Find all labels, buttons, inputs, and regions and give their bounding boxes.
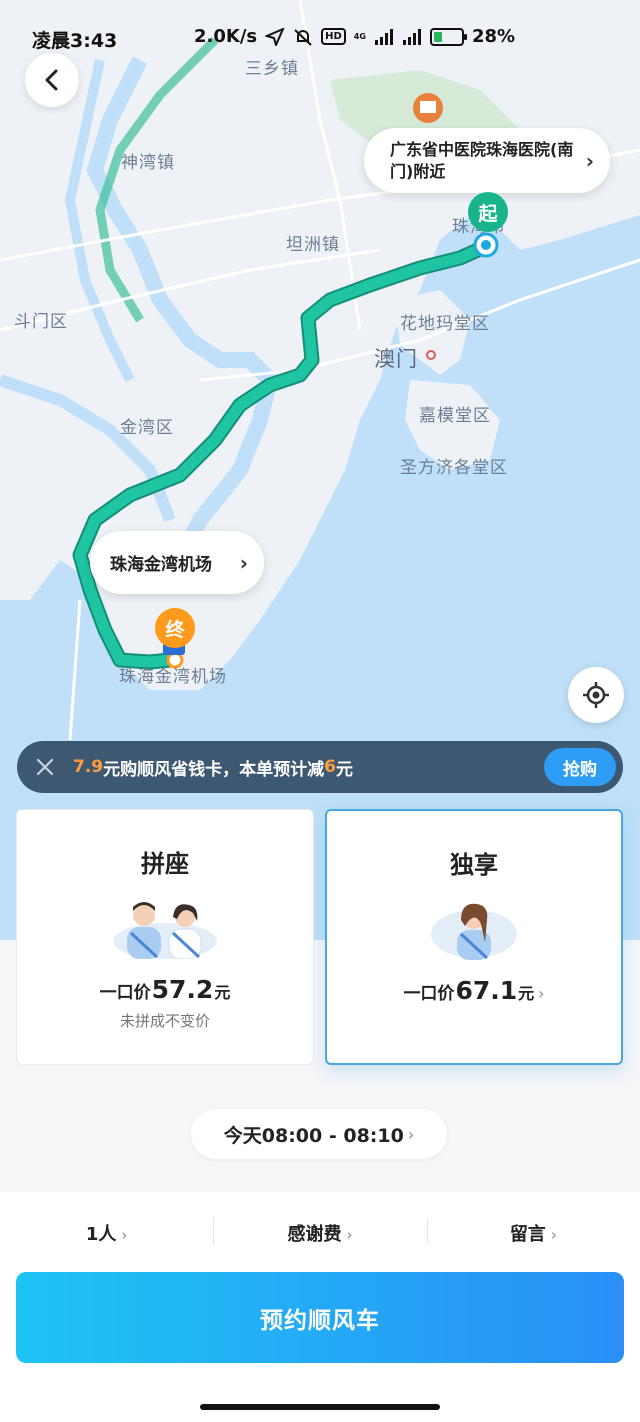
price-note: 未拼成不变价 <box>119 1012 210 1030</box>
home-indicator[interactable] <box>200 1404 440 1410</box>
promo-banner: 7.9 元购顺风省钱卡，本单预计减 6 元 抢购 <box>17 741 623 793</box>
map-label-macau: 澳门 <box>374 347 418 371</box>
map-label-doumen: 斗门区 <box>14 312 68 332</box>
chevron-right-icon: › <box>239 550 248 575</box>
start-location-label: 广东省中医院珠海医院(南门)附近 <box>390 139 574 181</box>
location-arrow-icon <box>265 27 285 46</box>
price-value: 67.1 <box>455 976 518 1005</box>
mute-bell-icon <box>294 28 312 46</box>
price-value: 57.2 <box>151 975 214 1004</box>
start-location-callout[interactable]: 广东省中医院珠海医院(南门)附近 › <box>364 128 610 193</box>
promo-text-a: 元购顺风省钱卡，本单预计减 <box>103 759 325 780</box>
price-unit: 元 <box>518 984 535 1003</box>
map-label-huadimatang: 花地玛堂区 <box>400 314 490 334</box>
promo-text-b: 元 <box>335 759 353 780</box>
price-line: 一口价 67.1 元 › <box>327 976 621 1005</box>
buy-button[interactable]: 抢购 <box>544 748 616 786</box>
end-pin: 终 <box>155 608 195 648</box>
end-location-callout[interactable]: 珠海金湾机场 › <box>90 531 264 594</box>
hd-icon: HD <box>321 28 346 45</box>
map-label-jiamo: 嘉模堂区 <box>419 406 491 426</box>
option-card-carpool[interactable]: 拼座 一口价 57.2 元 未拼成不变价 <box>16 809 314 1065</box>
signal-icon <box>374 28 393 45</box>
departure-time-selector[interactable]: 今天08:00 - 08:10 › <box>191 1109 447 1159</box>
option-title: 独享 <box>450 851 498 879</box>
price-prefix: 一口价 <box>99 983 151 1003</box>
message-label: 留言 <box>509 1224 546 1245</box>
carpool-illustration <box>17 897 313 959</box>
battery-icon <box>429 27 467 46</box>
close-icon <box>36 758 54 776</box>
end-location-label: 珠海金湾机场 <box>110 555 212 575</box>
status-icons: 2.0K/s HD 4G 28% <box>194 26 515 47</box>
single-passenger-icon <box>431 903 517 960</box>
thanks-fee-option[interactable]: 感谢费 › <box>213 1218 426 1246</box>
thanks-fee-label: 感谢费 <box>287 1224 342 1245</box>
price-unit: 元 <box>214 983 231 1002</box>
passenger-count-option[interactable]: 1人 › <box>0 1220 213 1246</box>
battery-level: 28% <box>471 26 516 47</box>
chevron-left-icon <box>45 69 58 91</box>
back-button[interactable] <box>25 53 79 107</box>
map-label-shengfangji: 圣方济各堂区 <box>400 458 508 478</box>
passenger-count-label: 1人 <box>85 1224 117 1245</box>
chevron-right-icon: › <box>538 984 545 1003</box>
map-label-tanzhou: 坦洲镇 <box>286 235 340 255</box>
signal-icon-2 <box>402 28 421 45</box>
network-speed: 2.0K/s <box>194 26 258 47</box>
price-prefix: 一口价 <box>403 984 455 1004</box>
chevron-right-icon: › <box>121 1226 128 1244</box>
chevron-right-icon: › <box>407 1124 415 1144</box>
two-passengers-icon <box>113 902 217 959</box>
option-card-exclusive[interactable]: 独享 一口价 67.1 元 › <box>325 809 623 1065</box>
departure-time-label: 今天08:00 - 08:10 <box>223 1124 404 1147</box>
promo-card-price: 7.9 <box>73 757 104 777</box>
chevron-right-icon: › <box>550 1226 557 1244</box>
price-line: 一口价 57.2 元 <box>17 975 313 1004</box>
chevron-right-icon: › <box>585 148 594 173</box>
promo-discount: 6 <box>324 757 336 777</box>
map-label-jinwan: 金湾区 <box>120 418 174 438</box>
close-promo-button[interactable] <box>17 758 73 776</box>
exclusive-illustration <box>327 898 621 960</box>
map-label-airport: 珠海金湾机场 <box>119 667 227 687</box>
crosshair-icon <box>583 682 609 708</box>
option-title: 拼座 <box>141 850 189 878</box>
status-bar: 凌晨3:43 2.0K/s HD 4G 28% <box>0 0 640 78</box>
status-time: 凌晨3:43 <box>32 30 118 52</box>
extra-options: 1人 › 感谢费 › 留言 › <box>0 1192 640 1274</box>
bottom-panel: 1人 › 感谢费 › 留言 › 预约顺风车 <box>0 1192 640 1422</box>
message-option[interactable]: 留言 › <box>426 1218 640 1246</box>
book-ride-button[interactable]: 预约顺风车 <box>16 1272 624 1363</box>
start-pin: 起 <box>468 192 508 232</box>
chevron-right-icon: › <box>346 1226 353 1244</box>
network-type: 4G <box>353 31 366 41</box>
locate-button[interactable] <box>568 667 624 723</box>
map-label-shenwan: 神湾镇 <box>121 153 175 173</box>
